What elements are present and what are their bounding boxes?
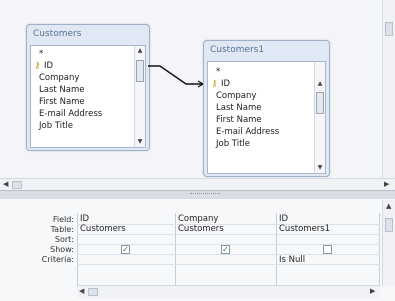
key-icon: ⚷	[34, 61, 41, 71]
criteria-cell[interactable]: Is Null	[279, 255, 305, 265]
row-divider	[77, 264, 380, 265]
table-cell[interactable]: Customers	[80, 224, 126, 234]
field-list[interactable]: * ⚷ ID Company Last Name First Name E-mai…	[207, 61, 326, 174]
field-item[interactable]: First Name	[208, 114, 325, 126]
field-cell[interactable]: Company	[178, 214, 218, 224]
scroll-thumb[interactable]	[385, 218, 393, 232]
show-checkbox[interactable]: ✓	[121, 245, 130, 254]
table-window-customers[interactable]: Customers * ⚷ ID Company Last Name First …	[26, 24, 150, 151]
design-vertical-scrollbar[interactable]	[382, 0, 395, 178]
table-title[interactable]: Customers	[27, 25, 149, 45]
table-cell[interactable]: Customers1	[279, 224, 330, 234]
scroll-thumb[interactable]	[88, 288, 98, 296]
scroll-up-icon[interactable]: ▲	[316, 80, 324, 88]
field-item[interactable]: Company	[31, 72, 145, 84]
field-cell[interactable]: ID	[80, 214, 89, 224]
field-item[interactable]: ⚷ ID	[31, 60, 145, 72]
field-list-scrollbar[interactable]: ▲ ▼	[134, 46, 145, 147]
row-label-show: Show:	[50, 245, 74, 254]
row-label-sort: Sort:	[54, 235, 74, 244]
field-item[interactable]: E-mail Address	[208, 126, 325, 138]
scroll-thumb[interactable]	[136, 60, 144, 82]
field-item[interactable]: Last Name	[31, 84, 145, 96]
grid-vertical-scrollbar[interactable]: ▲	[382, 200, 395, 286]
table-window-customers1[interactable]: Customers1 * ⚷ ID Company Last Name First…	[203, 40, 330, 177]
scroll-left-icon[interactable]: ◀	[79, 287, 84, 295]
row-label-field: Field:	[52, 215, 74, 224]
grid-horizontal-scrollbar[interactable]: ◀ ▶	[77, 285, 380, 298]
row-label-criteria: Criteria:	[41, 255, 74, 264]
field-item[interactable]: ⚷ ID	[208, 78, 325, 90]
splitter-grip[interactable]	[190, 193, 220, 197]
field-cell[interactable]: ID	[279, 214, 288, 224]
field-list-scrollbar[interactable]: ▲ ▼	[314, 62, 325, 173]
key-icon: ⚷	[211, 79, 218, 89]
field-item[interactable]: Job Title	[208, 138, 325, 150]
field-item[interactable]: Job Title	[31, 120, 145, 132]
scroll-thumb[interactable]	[316, 92, 324, 114]
field-list[interactable]: * ⚷ ID Company Last Name First Name E-mai…	[30, 45, 146, 148]
field-label: ID	[221, 79, 231, 89]
field-item[interactable]: *	[208, 66, 325, 78]
scroll-down-icon[interactable]: ▼	[316, 164, 324, 172]
table-title[interactable]: Customers1	[204, 41, 329, 61]
field-item[interactable]: *	[31, 48, 145, 60]
show-checkbox[interactable]: ✓	[221, 245, 230, 254]
field-item[interactable]: First Name	[31, 96, 145, 108]
scroll-left-icon[interactable]: ◀	[3, 180, 8, 188]
field-item[interactable]: Last Name	[208, 102, 325, 114]
scroll-thumb[interactable]	[385, 22, 393, 36]
row-divider	[77, 254, 380, 255]
scroll-right-icon[interactable]: ▶	[370, 287, 375, 295]
scroll-thumb[interactable]	[12, 181, 22, 189]
scroll-right-icon[interactable]: ▶	[384, 180, 389, 188]
query-grid: Field: Table: Sort: Show: Criteria: ID C…	[0, 199, 395, 301]
field-item[interactable]: Company	[208, 90, 325, 102]
table-cell[interactable]: Customers	[178, 224, 224, 234]
show-checkbox[interactable]	[323, 245, 332, 254]
field-item[interactable]: E-mail Address	[31, 108, 145, 120]
scroll-up-icon[interactable]: ▲	[386, 202, 391, 210]
scroll-down-icon[interactable]: ▼	[136, 138, 144, 146]
row-label-table: Table:	[50, 225, 74, 234]
scroll-up-icon[interactable]: ▲	[136, 47, 144, 55]
query-design-area: Customers * ⚷ ID Company Last Name First …	[0, 0, 395, 191]
row-divider	[77, 234, 380, 235]
field-label: ID	[44, 61, 54, 71]
